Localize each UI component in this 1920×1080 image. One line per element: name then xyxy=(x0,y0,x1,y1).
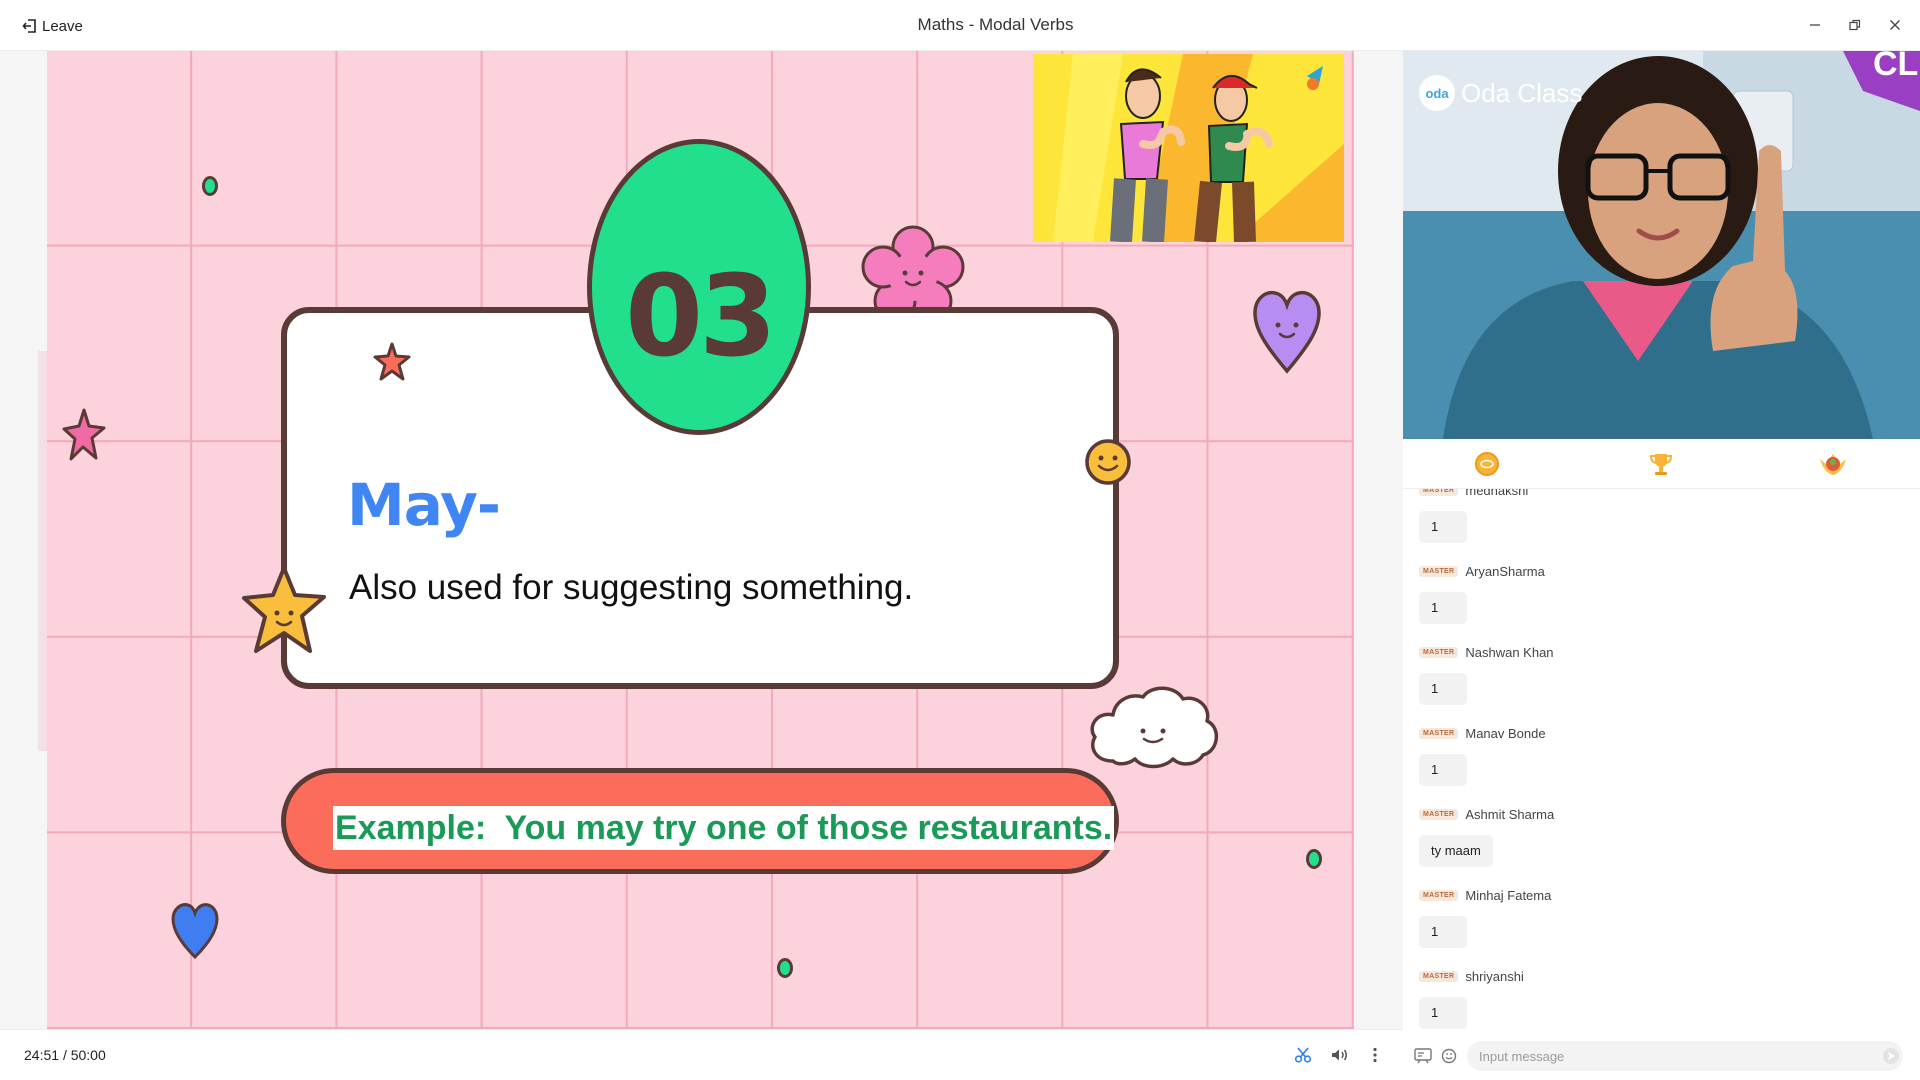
coin-icon xyxy=(1475,452,1499,476)
master-badge: MASTER xyxy=(1419,808,1459,820)
trophy-icon xyxy=(1649,454,1673,475)
chat-username: shriyanshi xyxy=(1465,968,1524,984)
chat-bubble: 1 xyxy=(1419,592,1467,624)
oda-logo-mark: oda xyxy=(1425,85,1449,101)
chat-username: Minhaj Fatema xyxy=(1465,887,1552,903)
oda-class-logo: oda Oda Class xyxy=(1419,75,1582,111)
slide: 03 May- Also used for suggesting somethi… xyxy=(47,51,1354,1029)
panel-tabs xyxy=(1403,439,1920,489)
elapsed-time: 24:51 xyxy=(24,1047,60,1063)
more-options-button[interactable] xyxy=(1364,1044,1386,1066)
master-badge: MASTER xyxy=(1419,565,1459,577)
chat-message: MASTER Nashwan Khan 1 xyxy=(1419,644,1554,705)
scissors-icon xyxy=(1294,1047,1312,1063)
master-badge: MASTER xyxy=(1419,970,1459,982)
master-badge: MASTER xyxy=(1419,889,1459,901)
minimize-icon xyxy=(1810,24,1820,26)
restore-button[interactable] xyxy=(1844,14,1866,36)
chat-message: MASTER Minhaj Fatema 1 xyxy=(1419,887,1551,948)
clip-button[interactable] xyxy=(1292,1044,1314,1066)
restore-icon xyxy=(1849,19,1861,31)
video-corner-text: CL xyxy=(1873,51,1919,83)
send-icon xyxy=(1883,1048,1899,1064)
presentation-stage: 03 May- Also used for suggesting somethi… xyxy=(0,51,1403,1029)
chat-message: MASTER Ashmit Sharma ty maam xyxy=(1419,806,1554,867)
chat-bubble: 1 xyxy=(1419,673,1467,705)
whiteboard-icon xyxy=(1414,1048,1432,1064)
chat-bubble: ty maam xyxy=(1419,835,1493,867)
chat-bubble: 1 xyxy=(1419,754,1467,786)
chat-message-input[interactable] xyxy=(1467,1041,1903,1071)
chat-username: medhakshi xyxy=(1465,489,1529,498)
example-text: Example: You may try one of those restau… xyxy=(333,806,1115,850)
yellow-star-decoration xyxy=(242,566,326,653)
master-badge: MASTER xyxy=(1419,489,1459,496)
master-badge: MASTER xyxy=(1419,646,1459,658)
chat-message: MASTER medhakshi 1 xyxy=(1419,489,1528,543)
smiley-decoration xyxy=(1085,439,1131,485)
whiteboard-button[interactable] xyxy=(1413,1046,1433,1066)
pink-star-decoration xyxy=(62,408,106,461)
chat-input-bar xyxy=(1403,1032,1920,1080)
chat-username: AryanSharma xyxy=(1465,563,1545,579)
chat-message: MASTER Manav Bonde 1 xyxy=(1419,725,1546,786)
playback-bar: 24:51 / 50:00 xyxy=(0,1029,1403,1080)
window-title: Maths - Modal Verbs xyxy=(917,15,1074,34)
close-button[interactable] xyxy=(1884,14,1906,36)
slide-heading: May- xyxy=(347,471,501,539)
dancing-cartoon-image xyxy=(1033,54,1344,242)
master-badge: MASTER xyxy=(1419,727,1459,739)
tab-badges[interactable] xyxy=(1818,449,1848,479)
slide-number: 03 xyxy=(625,252,777,382)
purple-heart-decoration xyxy=(1253,290,1321,374)
total-time: / 50:00 xyxy=(62,1047,106,1063)
chat-list: MASTER medhakshi 1 MASTER AryanSharma 1 … xyxy=(1403,489,1920,1032)
orange-star-decoration xyxy=(373,342,411,381)
minimize-button[interactable] xyxy=(1804,14,1826,36)
cloud-decoration xyxy=(1090,686,1218,769)
volume-icon xyxy=(1332,1049,1347,1061)
emoji-button[interactable] xyxy=(1439,1046,1459,1066)
chat-message: MASTER shriyanshi 1 xyxy=(1419,968,1524,1029)
chat-bubble: 1 xyxy=(1419,511,1467,543)
green-dot-decoration xyxy=(202,176,218,196)
volume-button[interactable] xyxy=(1328,1044,1350,1066)
tab-leaderboard[interactable] xyxy=(1646,449,1676,479)
chat-bubble: 1 xyxy=(1419,997,1467,1029)
slide-body-text: Also used for suggesting something. xyxy=(349,568,914,607)
green-dot-decoration xyxy=(777,958,793,978)
tab-coins[interactable] xyxy=(1472,449,1502,479)
teacher-video: oda Oda Class CL xyxy=(1403,51,1920,439)
green-dot-decoration xyxy=(1306,849,1322,869)
blue-heart-decoration xyxy=(171,903,219,960)
playback-time: 24:51 / 50:00 xyxy=(24,1047,106,1063)
chat-bubble: 1 xyxy=(1419,916,1467,948)
more-vertical-icon xyxy=(1373,1047,1377,1063)
send-button[interactable] xyxy=(1881,1046,1901,1066)
chat-username: Ashmit Sharma xyxy=(1465,806,1555,822)
emoji-icon xyxy=(1441,1048,1457,1064)
avatar-badge-icon xyxy=(1820,454,1846,475)
chat-username: Manav Bonde xyxy=(1465,725,1546,741)
slide-number-oval: 03 xyxy=(587,139,811,435)
chat-username: Nashwan Khan xyxy=(1465,644,1554,660)
chat-message: MASTER AryanSharma 1 xyxy=(1419,563,1545,624)
title-bar: Leave Maths - Modal Verbs xyxy=(0,0,1920,51)
oda-class-brand: Oda Class xyxy=(1461,77,1583,108)
close-icon xyxy=(1890,20,1900,30)
